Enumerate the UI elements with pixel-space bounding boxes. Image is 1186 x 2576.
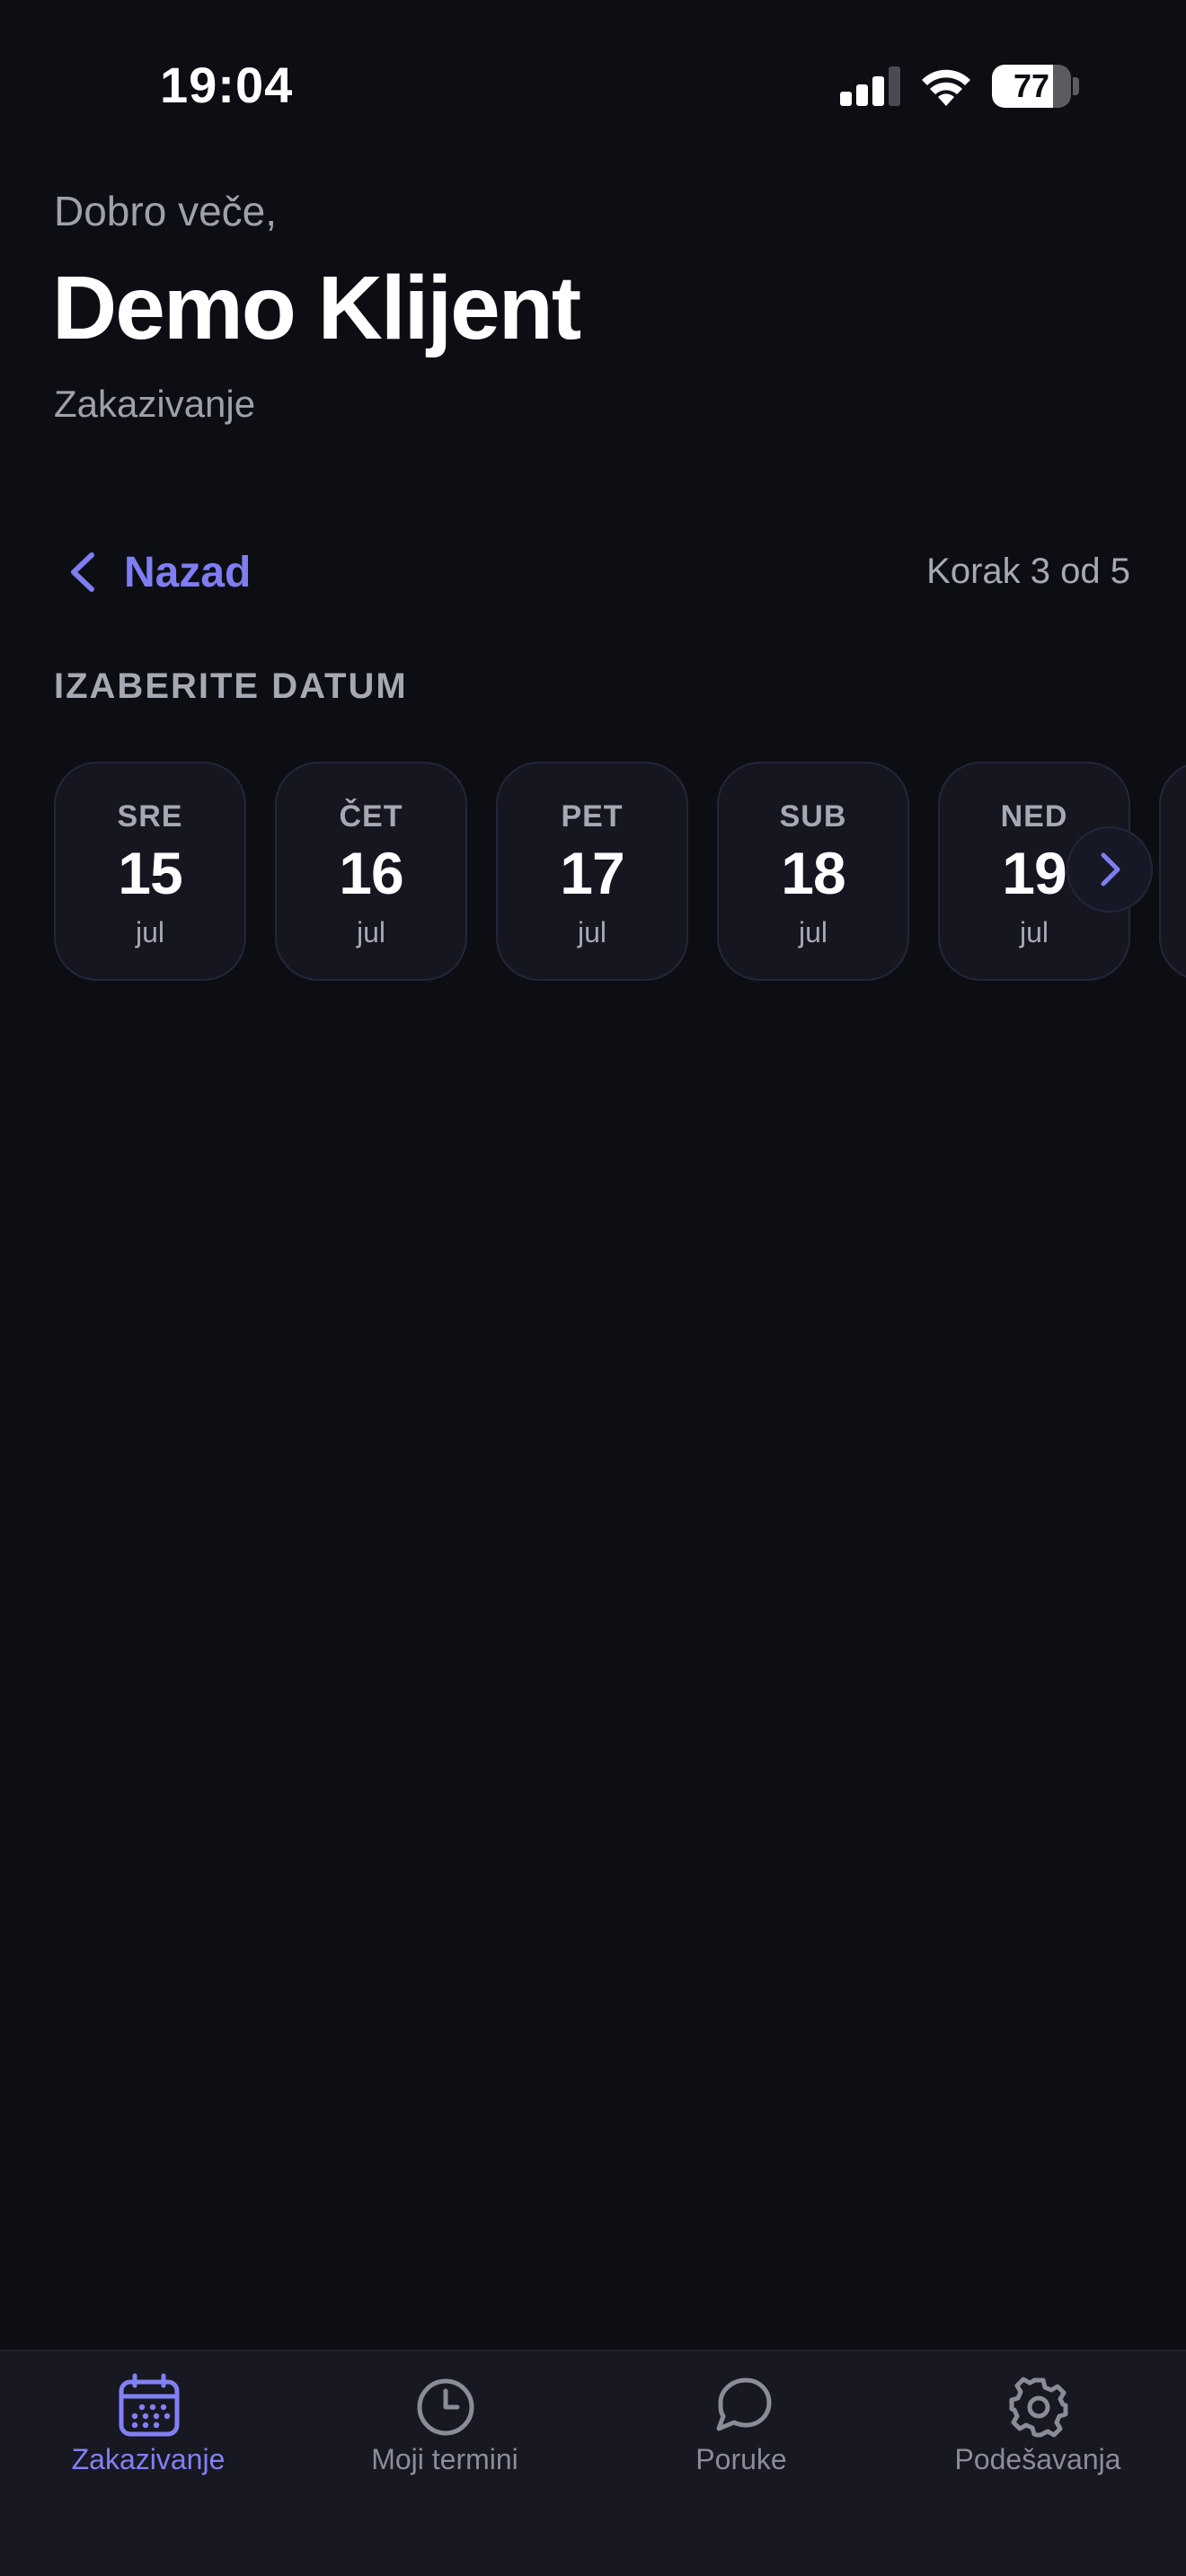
tab-label: Zakazivanje [71, 2443, 226, 2475]
date-card[interactable]: SRE 15 jul [54, 762, 246, 981]
tab-podesavanja[interactable]: Podešavanja [890, 2351, 1186, 2513]
date-month: jul [356, 916, 385, 948]
chevron-right-icon [1101, 852, 1120, 887]
date-card[interactable]: ČET 16 jul [275, 762, 467, 981]
page-subtitle: Zakazivanje [54, 383, 256, 425]
screen: 19:04 77 Dobro veče, Demo Klijent Zakazi… [0, 0, 1186, 2576]
clock-icon [417, 2378, 474, 2436]
date-weekday: PET [561, 799, 624, 834]
scroll-next-button[interactable] [1067, 826, 1153, 913]
wifi-icon [922, 69, 970, 106]
tab-poruke[interactable]: Poruke [593, 2351, 890, 2513]
chevron-left-icon [71, 552, 94, 592]
status-time: 19:04 [160, 57, 294, 113]
chat-bubble-icon [716, 2378, 772, 2431]
date-day: 16 [339, 840, 403, 906]
date-day: 15 [118, 840, 182, 906]
date-strip[interactable]: SRE 15 jul ČET 16 jul PET 17 jul SUB 18 … [0, 762, 1186, 981]
tab-moji-termini[interactable]: Moji termini [296, 2351, 593, 2513]
date-weekday: SRE [117, 799, 183, 834]
step-indicator: Korak 3 od 5 [926, 551, 1130, 591]
date-day: 18 [781, 840, 845, 906]
bottom-tab-bar: Zakazivanje Moji termini Poruke Podešava [0, 2350, 1186, 2576]
date-month: jul [798, 916, 828, 948]
date-month: jul [1019, 916, 1049, 948]
date-weekday: SUB [779, 799, 847, 834]
status-bar: 19:04 77 [0, 0, 1186, 162]
cellular-signal-icon [840, 66, 901, 106]
battery-icon: 77 [992, 65, 1071, 108]
tab-label: Podešavanja [954, 2443, 1121, 2475]
gear-icon [1009, 2377, 1068, 2438]
user-name: Demo Klijent [52, 258, 581, 358]
calendar-icon [119, 2373, 180, 2437]
date-day: 17 [560, 840, 624, 906]
tab-label: Moji termini [371, 2443, 518, 2475]
date-card[interactable]: SUB 18 jul [717, 762, 909, 981]
date-card[interactable]: PET 17 jul [496, 762, 688, 981]
greeting-text: Dobro veče, [54, 188, 278, 234]
tab-zakazivanje[interactable]: Zakazivanje [0, 2351, 296, 2513]
tab-label: Poruke [695, 2443, 787, 2475]
section-label: IZABERITE DATUM [54, 666, 408, 706]
back-button[interactable]: Nazad [54, 543, 251, 602]
date-card-partial[interactable] [1159, 762, 1186, 981]
back-label: Nazad [124, 548, 252, 596]
date-weekday: ČET [339, 799, 403, 834]
date-month: jul [577, 916, 606, 948]
battery-tip [1073, 77, 1079, 95]
date-month: jul [135, 916, 164, 948]
battery-level: 77 [1013, 67, 1050, 104]
